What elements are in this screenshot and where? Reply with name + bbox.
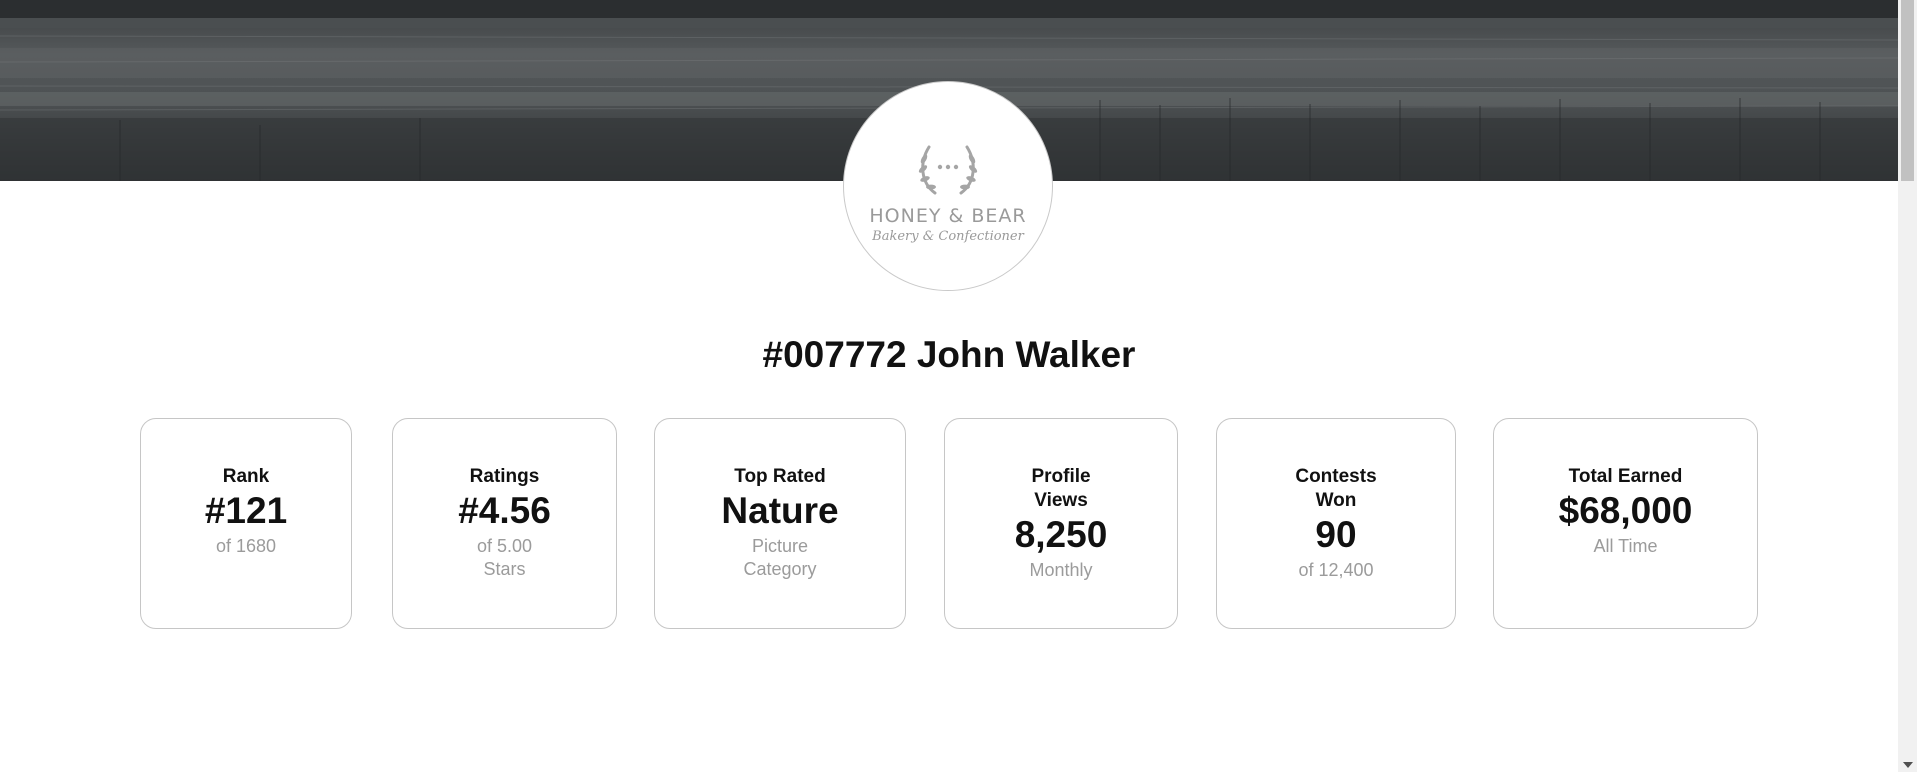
stat-sub: Picture Category (743, 536, 817, 579)
stat-label: Top Rated (734, 466, 826, 487)
stat-value: 90 (1315, 514, 1357, 555)
stat-card-ratings: Ratings #4.56 of 5.00 Stars (392, 418, 617, 629)
stat-value: #4.56 (458, 490, 551, 531)
stat-label: Total Earned (1568, 466, 1683, 487)
stat-card-top-rated: Top Rated Nature Picture Category (654, 418, 906, 629)
stat-sub: of 12,400 (1298, 560, 1374, 580)
stat-value: 8,250 (1014, 514, 1108, 555)
stat-label: Ratings (469, 466, 540, 487)
stat-value: Nature (721, 490, 839, 531)
stat-value: #121 (204, 490, 288, 531)
profile-avatar: HONEY & BEAR Bakery & Confectioner (843, 81, 1053, 291)
stat-sub: of 5.00 Stars (476, 536, 533, 579)
stat-card-profile-views: Profile Views 8,250 Monthly (944, 418, 1178, 629)
stat-card-rank: Rank #121 of 1680 (140, 418, 352, 629)
stat-card-contests-won: Contests Won 90 of 12,400 (1216, 418, 1456, 629)
page-scrollbar[interactable] (1898, 0, 1917, 772)
stat-value: $68,000 (1558, 490, 1693, 531)
scroll-down-arrow-icon[interactable] (1903, 762, 1913, 768)
stat-card-total-earned: Total Earned $68,000 All Time (1493, 418, 1758, 629)
stat-label: Contests Won (1295, 466, 1377, 511)
stat-sub: Monthly (1029, 560, 1093, 580)
scrollbar-thumb[interactable] (1901, 0, 1914, 181)
stat-sub: of 1680 (215, 536, 277, 556)
logo-tagline: Bakery & Confectioner (872, 228, 1024, 244)
stat-label: Profile Views (1031, 466, 1091, 511)
profile-title: #007772 John Walker (762, 334, 1136, 375)
stat-sub: All Time (1593, 536, 1658, 556)
logo-name: HONEY & BEAR (869, 204, 1027, 227)
laurel-wreath-icon (918, 145, 978, 194)
stat-label: Rank (222, 466, 270, 487)
profile-page: HONEY & BEAR Bakery & Confectioner #0077… (0, 0, 1917, 772)
